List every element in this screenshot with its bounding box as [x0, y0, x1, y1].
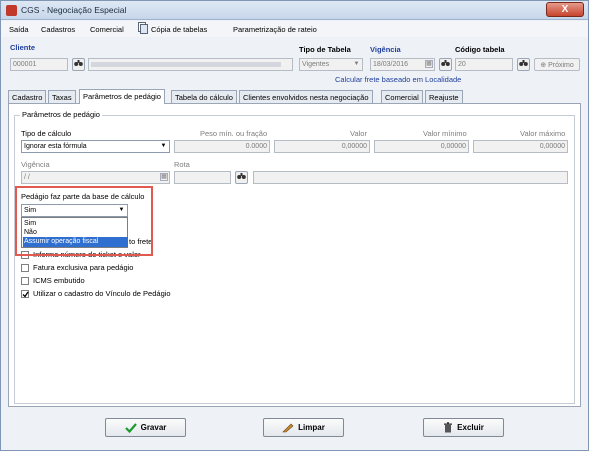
params-group — [14, 115, 575, 404]
menu-cadastros[interactable]: Cadastros — [41, 25, 75, 34]
menu-bar: Saída Cadastros Comercial Cópia de tabel… — [1, 21, 588, 37]
valor-label: Valor — [350, 129, 367, 138]
limpar-label: Limpar — [298, 423, 325, 432]
calendar-icon[interactable]: ▦ — [160, 173, 168, 181]
close-button[interactable]: X — [546, 2, 584, 17]
tipo-calculo-select[interactable]: Ignorar esta fórmula ▼ — [21, 140, 170, 153]
tipo-tabela-select[interactable]: Vigentes ▼ — [299, 58, 363, 71]
chevron-down-icon: ▼ — [160, 143, 167, 149]
vigencia-date-value: 18/03/2016 — [373, 61, 409, 68]
chevron-down-icon: ▼ — [353, 61, 360, 67]
peso-label: Peso mín. ou fração — [200, 129, 268, 138]
tipo-calculo-value: Ignorar esta fórmula — [24, 143, 87, 150]
vigencia-date-field[interactable]: 18/03/2016 ▦ — [370, 58, 435, 71]
proximo-button[interactable]: ⊕ Próximo — [534, 58, 580, 71]
tipo-tabela-label: Tipo de Tabela — [299, 45, 351, 54]
tab-cadastro[interactable]: Cadastro — [8, 90, 47, 103]
tab-taxas[interactable]: Taxas — [48, 90, 76, 103]
cliente-label: Cliente — [10, 43, 36, 52]
menu-copia-tabelas[interactable]: Cópia de tabelas — [151, 25, 207, 34]
gravar-label: Gravar — [140, 423, 167, 432]
codigo-tabela-field[interactable]: 20 — [455, 58, 513, 71]
proximo-label: Próximo — [548, 62, 574, 69]
checkmark-icon — [124, 423, 137, 433]
calendar-icon[interactable]: ▦ — [425, 60, 433, 68]
excluir-button[interactable]: Excluir — [423, 418, 504, 437]
tipo-tabela-value: Vigentes — [302, 61, 330, 68]
binoculars-icon — [237, 173, 246, 179]
valor-field[interactable]: 0,00000 — [274, 140, 370, 153]
cliente-search-button[interactable] — [72, 58, 85, 71]
valor-maximo-label: Valor máximo — [520, 129, 566, 138]
binoculars-icon — [74, 60, 83, 66]
excluir-label: Excluir — [457, 423, 484, 432]
valor-minimo-label: Valor mínimo — [423, 129, 467, 138]
fatura-checkbox[interactable] — [21, 264, 29, 272]
checkmark-icon — [22, 291, 29, 298]
valor-maximo-field[interactable]: 0,00000 — [473, 140, 568, 153]
binoculars-icon — [519, 60, 528, 66]
tab-tabela-calculo[interactable]: Tabela do cálculo — [171, 90, 237, 103]
cliente-name-field[interactable] — [88, 58, 293, 71]
vinculo-label: Utilizar o cadastro do Vínculo de Pedági… — [33, 289, 171, 298]
rota-desc-field[interactable] — [253, 171, 568, 184]
menu-parametrizacao-rateio[interactable]: Parametrização de rateio — [233, 25, 317, 34]
menu-saida[interactable]: Saída — [9, 25, 29, 34]
main-window: CGS - Negociação Especial X Saída Cadast… — [0, 0, 589, 451]
codigo-tabela-label: Código tabela — [455, 45, 505, 54]
trash-icon — [444, 422, 453, 433]
icms-checkbox[interactable] — [21, 277, 29, 285]
vinculo-checkbox[interactable] — [21, 290, 29, 298]
plus-icon: ⊕ — [540, 62, 549, 69]
limpar-button[interactable]: Limpar — [263, 418, 344, 437]
redacted-name — [91, 62, 281, 67]
tab-reajuste[interactable]: Reajuste — [425, 90, 463, 103]
eraser-icon — [282, 423, 294, 433]
icms-label: ICMS embutido — [33, 276, 85, 285]
vigencia-params-value: / / — [24, 174, 30, 181]
app-icon — [6, 5, 17, 16]
peso-field[interactable]: 0.0000 — [174, 140, 270, 153]
highlight-annotation — [15, 186, 153, 256]
tipo-calculo-label: Tipo de cálculo — [21, 129, 72, 138]
vigencia-label: Vigência — [370, 45, 401, 54]
window-title: CGS - Negociação Especial — [21, 5, 127, 15]
cliente-code-field[interactable]: 000001 — [10, 58, 68, 71]
binoculars-icon — [441, 60, 450, 66]
fatura-label: Fatura exclusiva para pedágio — [33, 263, 134, 272]
tab-comercial[interactable]: Comercial — [381, 90, 423, 103]
vigencia-search-button[interactable] — [439, 58, 452, 71]
gravar-button[interactable]: Gravar — [105, 418, 186, 437]
valor-minimo-field[interactable]: 0,00000 — [374, 140, 469, 153]
rota-code-field[interactable] — [174, 171, 231, 184]
rota-label: Rota — [174, 160, 190, 169]
calc-note: Calcular frete baseado em Localidade — [335, 75, 462, 84]
codigo-search-button[interactable] — [517, 58, 530, 71]
vigencia-params-label: Vigência — [21, 160, 50, 169]
rota-search-button[interactable] — [235, 171, 248, 184]
menu-comercial[interactable]: Comercial — [90, 25, 124, 34]
params-group-title: Parâmetros de pedágio — [20, 110, 102, 119]
copy-tables-icon — [138, 22, 148, 34]
tab-clientes-envolvidos[interactable]: Clientes envolvidos nesta negociação — [239, 90, 373, 103]
title-bar: CGS - Negociação Especial X — [1, 1, 588, 20]
tab-parametros-pedagio[interactable]: Parâmetros de pedágio — [79, 89, 165, 104]
vigencia-params-field[interactable]: / / ▦ — [21, 171, 170, 184]
